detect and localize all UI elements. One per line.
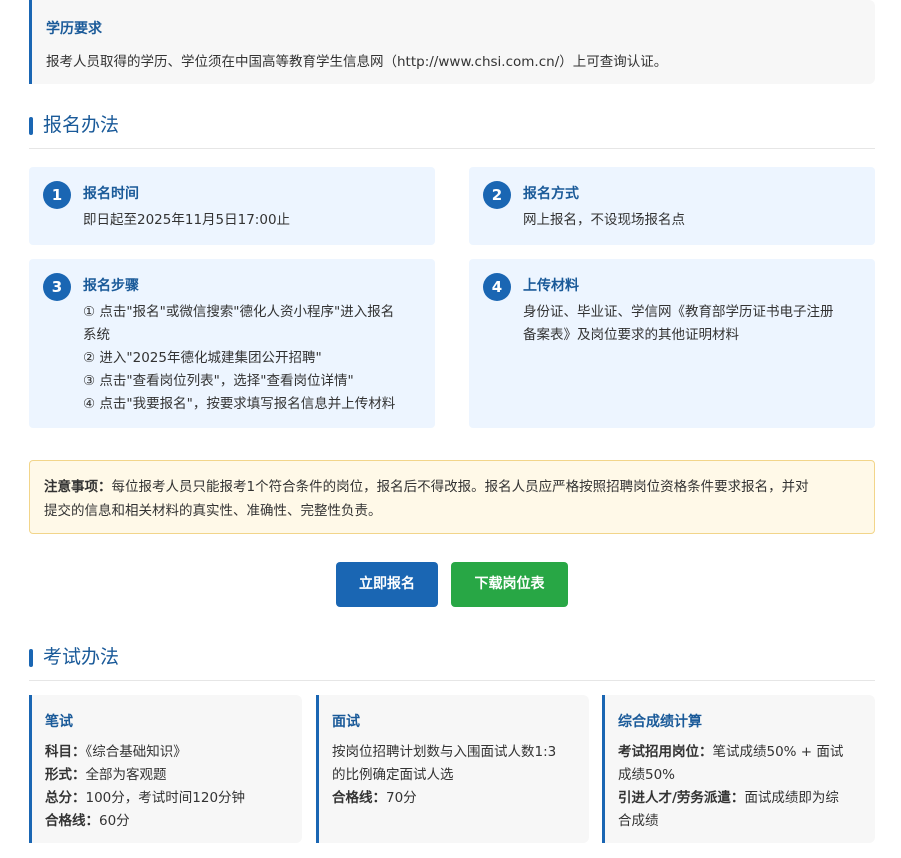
form-value: 全部为客观题 — [85, 767, 167, 783]
step-number: 4 — [483, 273, 511, 301]
posts-rule-line-1: 考试招用岗位：笔试成绩50% + 面试 — [618, 741, 875, 764]
posts-rule-line-2: 成绩50% — [618, 767, 676, 783]
exam-section-header: 考试办法 — [29, 643, 875, 673]
step-line: 网上报名，不设现场报名点 — [523, 212, 685, 228]
step-card-time: 1 报名时间 即日起至2025年11月5日17:00止 — [29, 167, 435, 245]
step-line: 备案表》及岗位要求的其他证明材料 — [523, 327, 739, 343]
step-title: 报名方式 — [523, 186, 579, 202]
pass-value: 60分 — [99, 813, 130, 829]
step-line: ① 点击"报名"或微信搜索"德化人资小程序"进入报名 — [83, 304, 395, 320]
step-body: 身份证、毕业证、学信网《教育部学历证书电子注册 备案表》及岗位要求的其他证明材料 — [523, 301, 834, 347]
step-title: 上传材料 — [523, 278, 579, 294]
step-number: 2 — [483, 181, 511, 209]
talent-value-1: 面试成绩即为综 — [744, 790, 839, 806]
download-positions-button[interactable]: 下载岗位表 — [451, 562, 568, 607]
overall-score-body: 考试招用岗位：笔试成绩50% + 面试 成绩50% 引进人才/劳务派遣：面试成绩… — [618, 741, 875, 833]
overall-score-title: 综合成绩计算 — [618, 714, 702, 730]
step-body: ① 点击"报名"或微信搜索"德化人资小程序"进入报名 系统 ② 进入"2025年… — [83, 301, 395, 416]
section-accent-bar — [29, 649, 33, 667]
pass-value: 70分 — [386, 790, 417, 806]
talent-label: 引进人才/劳务派遣： — [618, 790, 745, 806]
step-line: ④ 点击"我要报名"，按要求填写报名信息并上传材料 — [83, 396, 396, 412]
written-exam-body: 科目：《综合基础知识》 形式：全部为客观题 总分：100分，考试时间120分钟 … — [45, 741, 302, 833]
subject-label: 科目： — [45, 744, 86, 760]
step-line: 身份证、毕业证、学信网《教育部学历证书电子注册 — [523, 304, 834, 320]
step-body: 即日起至2025年11月5日17:00止 — [83, 209, 290, 232]
section-divider — [29, 148, 875, 149]
education-text: 报考人员取得的学历、学位须在中国高等教育学生信息网（http://www.chs… — [46, 54, 668, 70]
total-value: 100分，考试时间120分钟 — [85, 790, 246, 806]
written-exam-card: 笔试 科目：《综合基础知识》 形式：全部为客观题 总分：100分，考试时间120… — [29, 695, 302, 843]
interview-card: 面试 按岗位招聘计划数与入围面试人数1:3 的比例确定面试人选 合格线：70分 — [316, 695, 589, 843]
overall-score-card: 综合成绩计算 考试招用岗位：笔试成绩50% + 面试 成绩50% 引进人才/劳务… — [602, 695, 875, 843]
notice-text-2: 提交的信息和相关材料的真实性、准确性、完整性负责。 — [44, 503, 382, 519]
section-accent-bar — [29, 117, 33, 135]
step-line: ② 进入"2025年德化城建集团公开招聘" — [83, 350, 322, 366]
section-divider — [29, 680, 875, 681]
step-line: 系统 — [83, 327, 110, 343]
interview-line-2: 的比例确定面试人选 — [332, 767, 454, 783]
posts-label: 考试招用岗位： — [618, 744, 713, 760]
written-pass: 合格线：60分 — [45, 810, 302, 833]
exam-heading: 考试办法 — [43, 646, 120, 668]
education-requirement-box: 学历要求 报考人员取得的学历、学位须在中国高等教育学生信息网（http://ww… — [29, 0, 875, 84]
interview-body: 按岗位招聘计划数与入围面试人数1:3 的比例确定面试人选 合格线：70分 — [332, 741, 589, 810]
step-title: 报名步骤 — [83, 278, 139, 294]
step-title: 报名时间 — [83, 186, 139, 202]
step-number: 1 — [43, 181, 71, 209]
written-exam-title: 笔试 — [45, 714, 73, 730]
notice-line-1: 注意事项：每位报考人员只能报考1个符合条件的岗位，报名后不得改报。报名人员应严格… — [44, 475, 860, 499]
notice-label: 注意事项： — [44, 479, 112, 495]
written-form: 形式：全部为客观题 — [45, 764, 302, 787]
posts-value-1: 笔试成绩50% + 面试 — [712, 744, 844, 760]
step-line: 即日起至2025年11月5日17:00止 — [83, 212, 291, 228]
form-label: 形式： — [45, 767, 86, 783]
interview-line-1: 按岗位招聘计划数与入围面试人数1:3 — [332, 744, 557, 760]
step-line: ③ 点击"查看岗位列表"，选择"查看岗位详情" — [83, 373, 354, 389]
talent-rule-line-1: 引进人才/劳务派遣：面试成绩即为综 — [618, 787, 875, 810]
pass-label: 合格线： — [332, 790, 386, 806]
step-card-materials: 4 上传材料 身份证、毕业证、学信网《教育部学历证书电子注册 备案表》及岗位要求… — [469, 259, 875, 428]
step-card-procedure: 3 报名步骤 ① 点击"报名"或微信搜索"德化人资小程序"进入报名 系统 ② 进… — [29, 259, 435, 428]
step-body: 网上报名，不设现场报名点 — [523, 209, 685, 232]
step-card-method: 2 报名方式 网上报名，不设现场报名点 — [469, 167, 875, 245]
written-total: 总分：100分，考试时间120分钟 — [45, 787, 302, 810]
written-subject: 科目：《综合基础知识》 — [45, 741, 302, 764]
apply-now-button[interactable]: 立即报名 — [336, 562, 438, 607]
pass-label: 合格线： — [45, 813, 99, 829]
notice-text-1: 每位报考人员只能报考1个符合条件的岗位，报名后不得改报。报名人员应严格按照招聘岗… — [111, 479, 809, 495]
interview-pass: 合格线：70分 — [332, 787, 589, 810]
subject-value: 《综合基础知识》 — [85, 744, 187, 760]
registration-heading: 报名办法 — [43, 114, 120, 136]
interview-title: 面试 — [332, 714, 360, 730]
education-title: 学历要求 — [46, 21, 102, 37]
notice-box: 注意事项：每位报考人员只能报考1个符合条件的岗位，报名后不得改报。报名人员应严格… — [29, 460, 875, 534]
step-number: 3 — [43, 273, 71, 301]
registration-section-header: 报名办法 — [29, 111, 875, 141]
total-label: 总分： — [45, 790, 86, 806]
talent-rule-line-2: 合成绩 — [618, 813, 659, 829]
